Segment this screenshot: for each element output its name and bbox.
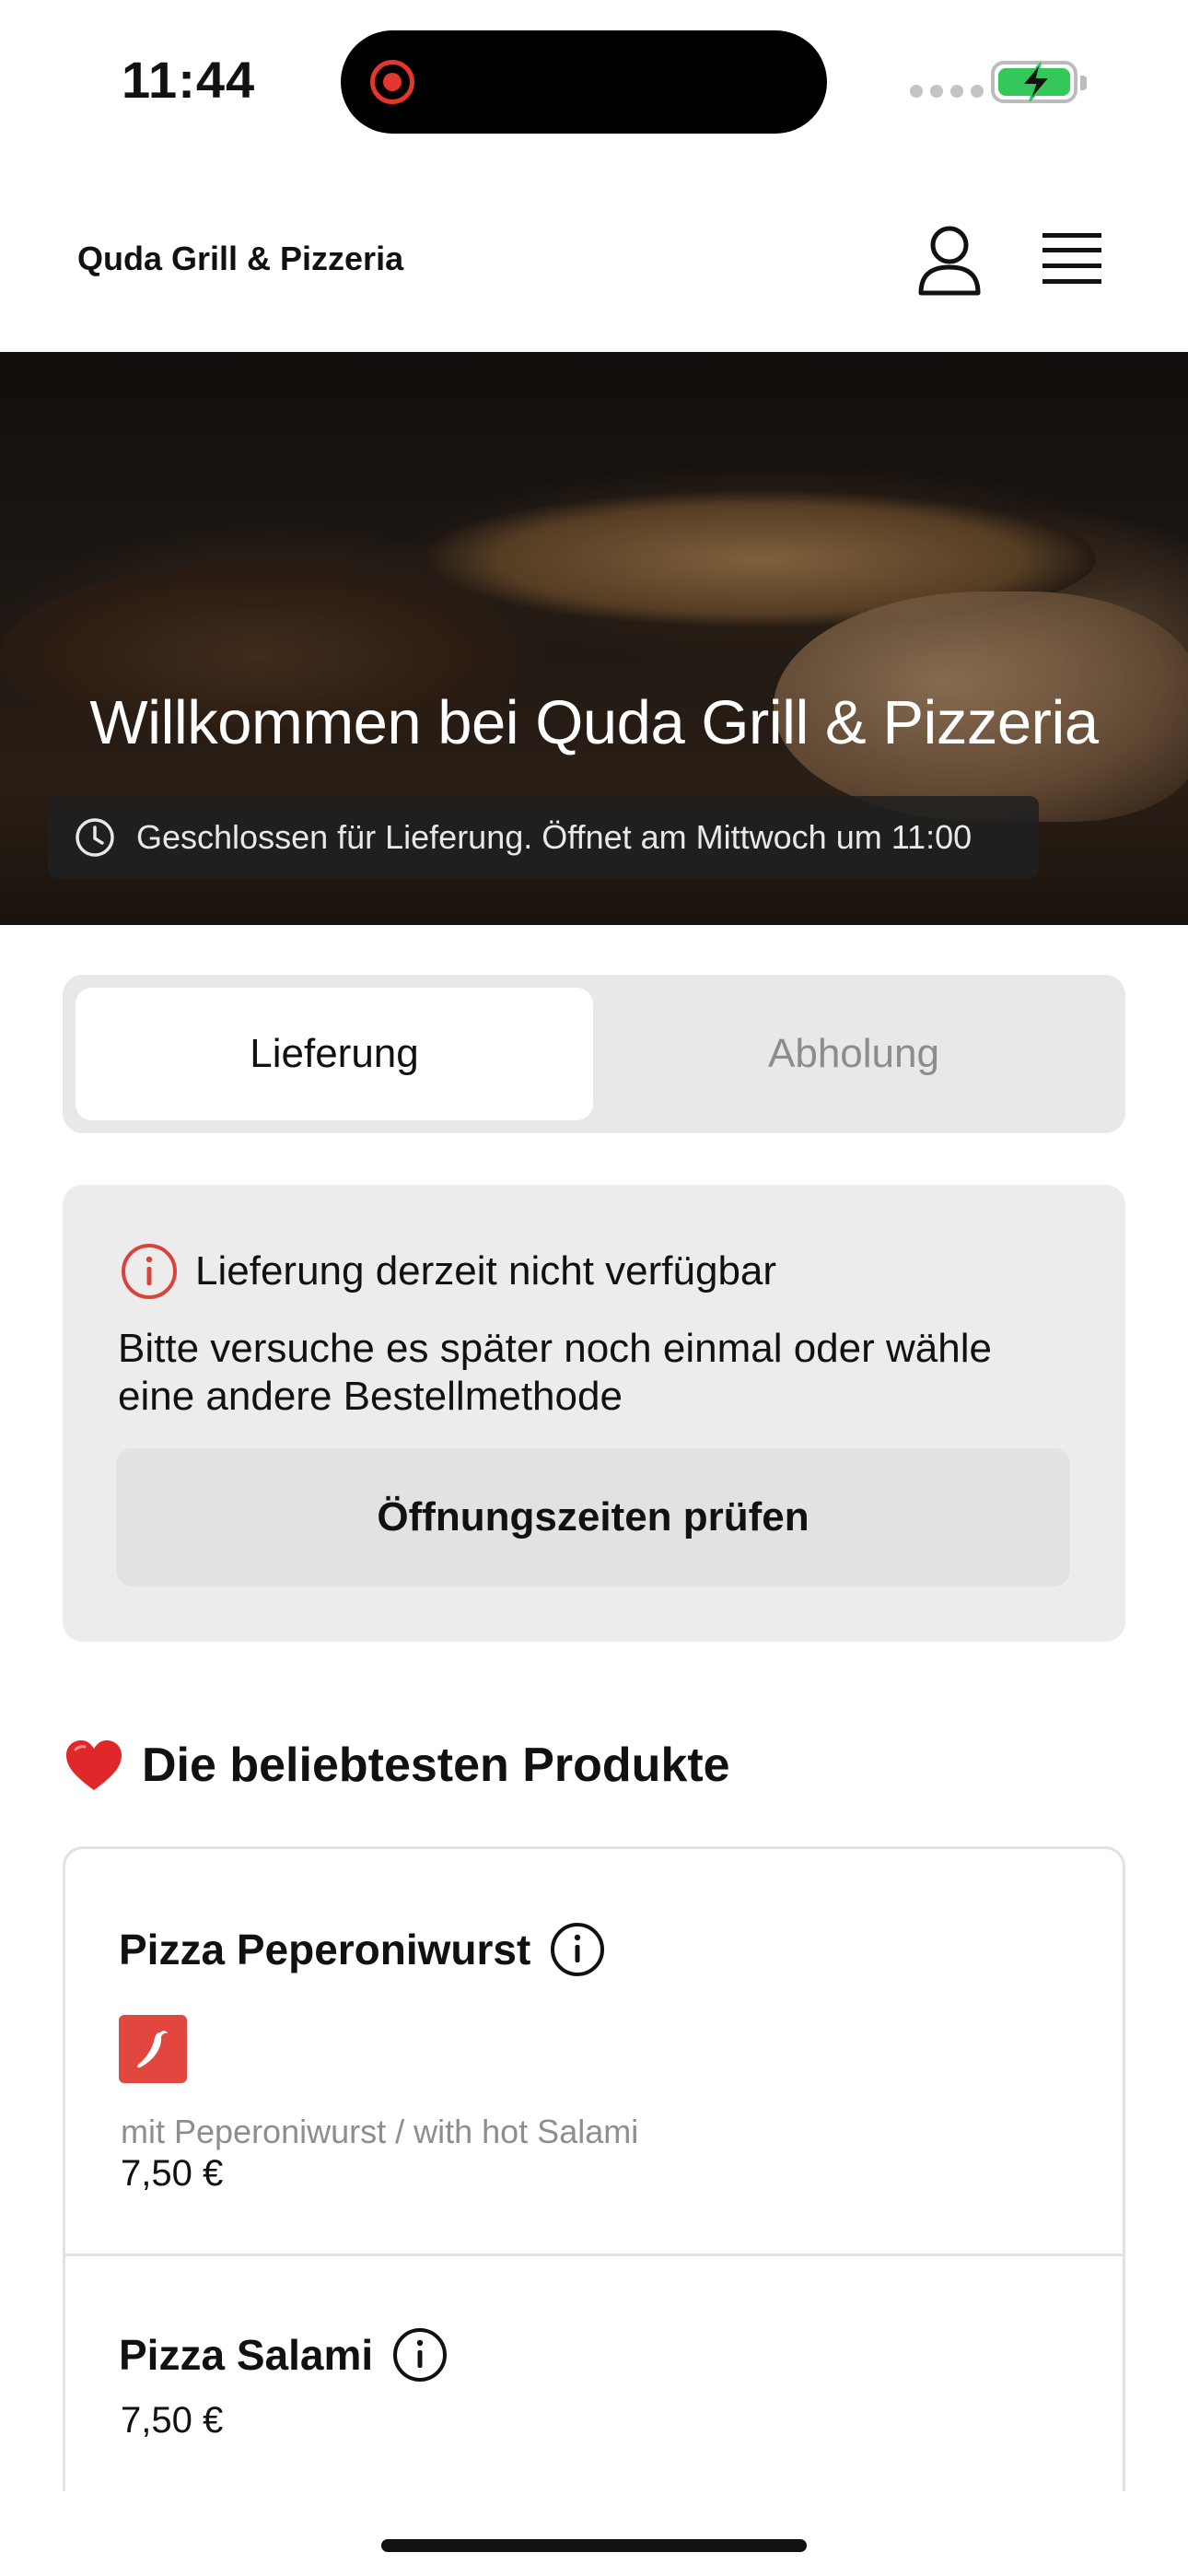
app-screen: 11:44 Quda Grill & Pizzeria Willkommen b… [0, 0, 1188, 2576]
product-name: Pizza Peperoniwurst [119, 1926, 531, 1973]
product-card[interactable]: Pizza Peperoniwurst mit Peperoniwurst / … [65, 1849, 1123, 2256]
user-icon[interactable] [917, 225, 982, 297]
signal-icon [910, 85, 984, 98]
product-name: Pizza Salami [119, 2331, 374, 2379]
warning-info-icon [122, 1244, 177, 1299]
hero-title: Willkommen bei Quda Grill & Pizzeria [89, 688, 1099, 757]
home-indicator[interactable] [381, 2539, 807, 2552]
notice-message: Bitte versuche es später noch einmal ode… [118, 1326, 992, 1419]
notice-title: Lieferung derzeit nicht verfügbar [195, 1248, 777, 1294]
product-card[interactable]: Pizza Salami 7,50 € [65, 2256, 1123, 2491]
chili-icon [137, 2031, 168, 2068]
dynamic-island [341, 30, 827, 134]
screen-recording-icon [370, 60, 414, 104]
charging-bolt-icon [1019, 62, 1053, 102]
clock-icon [76, 818, 114, 857]
info-icon[interactable] [549, 1921, 606, 1978]
status-time: 11:44 [122, 51, 256, 109]
heart-icon [66, 1740, 122, 1790]
popular-products-heading: Die beliebtesten Produkte [64, 1738, 730, 1793]
product-price: 7,50 € [121, 2400, 224, 2441]
battery-icon [991, 61, 1087, 103]
tab-delivery[interactable]: Lieferung [76, 988, 593, 1120]
opening-status-badge: Geschlossen für Lieferung. Öffnet am Mit… [48, 796, 1039, 879]
tab-pickup[interactable]: Abholung [595, 988, 1112, 1120]
delivery-unavailable-notice: Lieferung derzeit nicht verfügbar Bitte … [63, 1185, 1125, 1642]
product-price: 7,50 € [121, 2153, 224, 2194]
popular-products-title: Die beliebtesten Produkte [142, 1739, 730, 1792]
opening-status-text: Geschlossen für Lieferung. Öffnet am Mit… [136, 818, 973, 856]
restaurant-name[interactable]: Quda Grill & Pizzeria [77, 240, 403, 278]
status-bar: 11:44 [0, 0, 1188, 157]
spicy-badge [119, 2015, 187, 2083]
order-method-toggle: Lieferung Abholung [63, 975, 1125, 1133]
check-opening-hours-button[interactable]: Öffnungszeiten prüfen [116, 1448, 1070, 1587]
product-description: mit Peperoniwurst / with hot Salami [121, 2113, 639, 2150]
hamburger-menu-icon[interactable] [1042, 230, 1101, 287]
notice-header: Lieferung derzeit nicht verfügbar [120, 1242, 776, 1301]
info-icon[interactable] [391, 2326, 448, 2383]
hero-banner: Willkommen bei Quda Grill & Pizzeria Ges… [0, 352, 1188, 925]
app-header: Quda Grill & Pizzeria [0, 184, 1188, 352]
popular-products-list: Pizza Peperoniwurst mit Peperoniwurst / … [63, 1846, 1125, 2491]
